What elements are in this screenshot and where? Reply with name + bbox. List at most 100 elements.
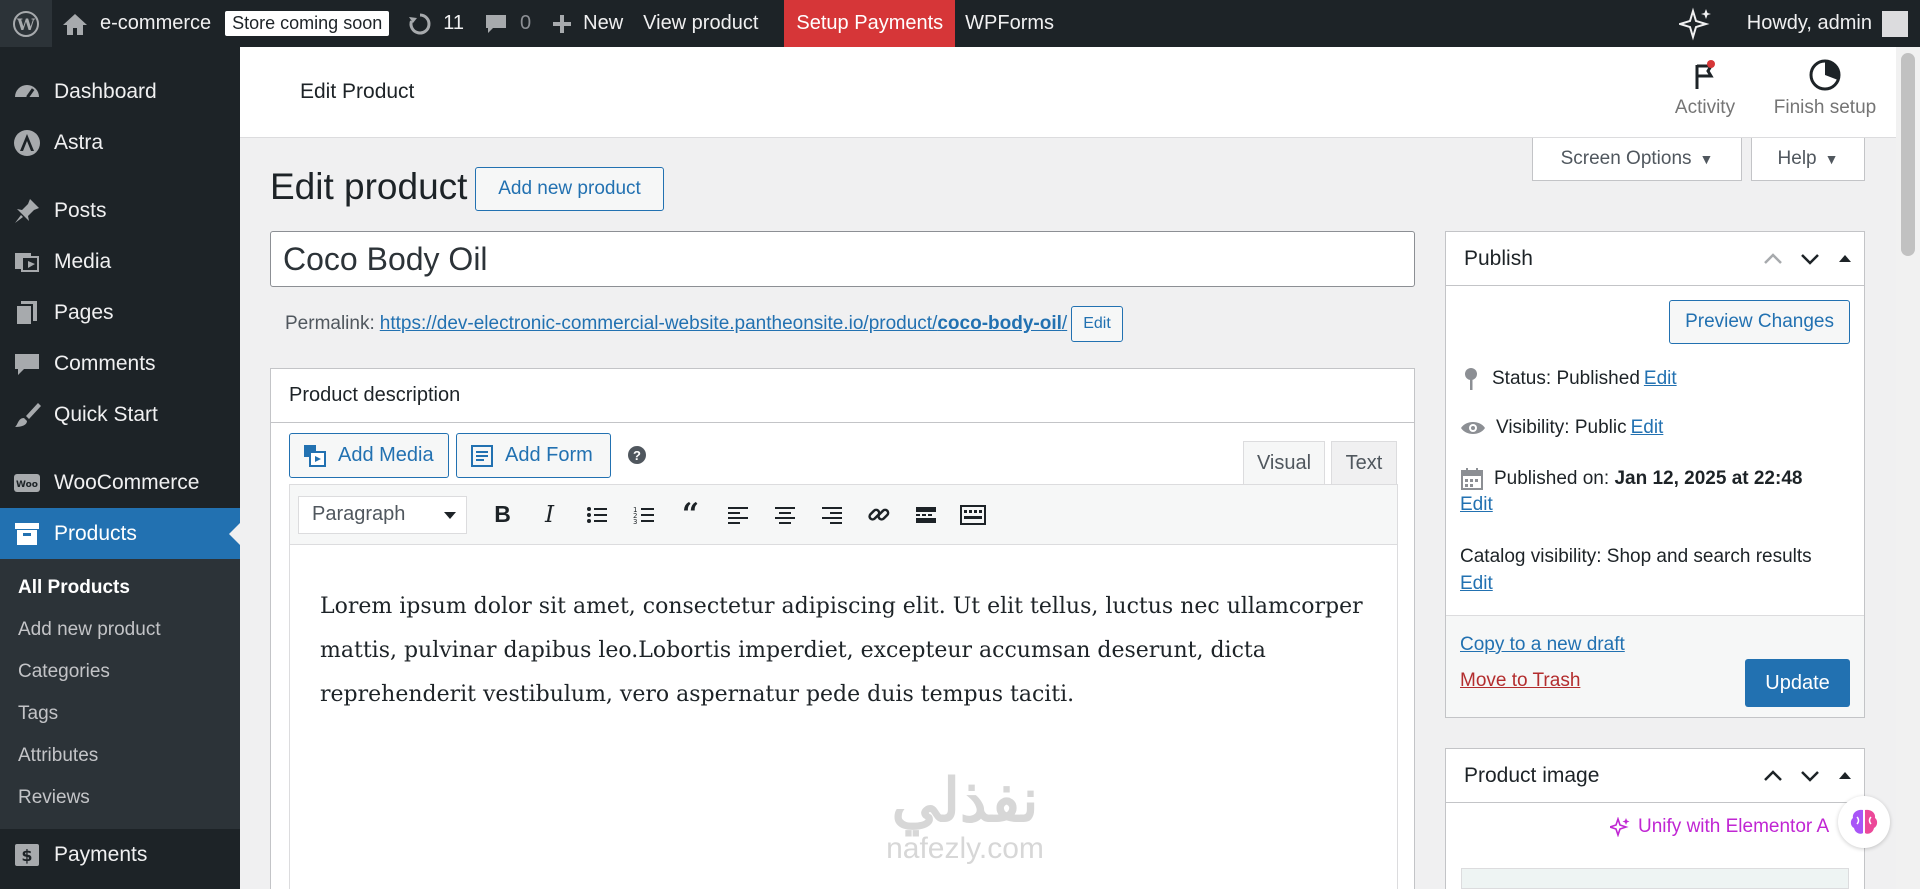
wpforms-link[interactable]: WPForms [955, 0, 1064, 47]
woocommerce-header: Edit Product Activity Finish setup [240, 47, 1896, 138]
update-button[interactable]: Update [1745, 659, 1850, 707]
bullet-list-icon[interactable] [573, 496, 620, 534]
wordpress-logo-icon[interactable]: W [0, 0, 52, 47]
chevron-up-icon[interactable] [1762, 249, 1784, 269]
chevron-down-icon[interactable] [1799, 249, 1821, 269]
italic-icon[interactable]: I [526, 496, 573, 534]
unify-elementor-link[interactable]: Unify with Elementor A [1610, 816, 1829, 838]
sidebar-item-label: Quick Start [54, 402, 158, 426]
collapse-triangle-icon[interactable] [1836, 249, 1854, 269]
sidebar-item-dashboard[interactable]: Dashboard [0, 66, 240, 117]
activity-label: Activity [1674, 97, 1736, 118]
admin-sidebar: Dashboard Astra Posts Media Pages Commen… [0, 47, 240, 889]
watermark: نفذلي nafezly.com [830, 770, 1100, 866]
status-edit-link[interactable]: Edit [1644, 368, 1677, 390]
help-label: Help [1777, 148, 1817, 169]
add-media-button[interactable]: Add Media [289, 433, 449, 478]
collapse-triangle-icon[interactable] [1836, 766, 1854, 786]
product-description-heading: Product description [271, 369, 1414, 423]
avatar [1882, 10, 1908, 37]
comments-link[interactable]: 0 [474, 0, 541, 47]
product-image-heading-label: Product image [1464, 763, 1600, 787]
submenu-item-tags[interactable]: Tags [0, 693, 240, 735]
bold-icon[interactable]: B [479, 496, 526, 534]
view-product-link[interactable]: View product [633, 0, 768, 47]
status-value: Published [1556, 368, 1640, 389]
svg-text:W: W [16, 15, 36, 34]
pin-icon [15, 198, 39, 223]
screen-options-label: Screen Options [1560, 148, 1692, 169]
product-title-input[interactable]: Coco Body Oil [270, 231, 1415, 287]
elementor-ai-button[interactable] [1838, 796, 1890, 848]
catalog-edit-link[interactable]: Edit [1460, 573, 1493, 595]
store-coming-soon-badge[interactable]: Store coming soon [225, 11, 390, 36]
tab-visual[interactable]: Visual [1243, 441, 1325, 485]
align-right-icon[interactable] [808, 496, 855, 534]
scrollbar-thumb[interactable] [1901, 53, 1915, 256]
publish-box: Publish Preview Changes Status: Publishe… [1445, 231, 1865, 718]
setup-payments-link[interactable]: Setup Payments [784, 0, 956, 47]
submenu-item-all-products[interactable]: All Products [0, 567, 240, 609]
copy-to-draft-link[interactable]: Copy to a new draft [1460, 634, 1625, 656]
product-image-placeholder[interactable] [1461, 868, 1849, 889]
align-left-icon[interactable] [714, 496, 761, 534]
site-name-link[interactable]: e-commerce [52, 0, 221, 47]
page-scrollbar[interactable] [1896, 47, 1920, 889]
permalink: Permalink: https://dev-electronic-commer… [285, 306, 1123, 342]
numbered-list-icon[interactable]: 123 [620, 496, 667, 534]
sidebar-item-comments[interactable]: Comments [0, 338, 240, 389]
chevron-up-icon[interactable] [1762, 766, 1784, 786]
preview-changes-button[interactable]: Preview Changes [1669, 300, 1850, 344]
permalink-edit-button[interactable]: Edit [1071, 306, 1123, 342]
sidebar-item-products[interactable]: Products [0, 508, 240, 559]
screen-options-button[interactable]: Screen Options ▼ [1532, 138, 1742, 181]
link-icon[interactable] [855, 496, 902, 534]
align-center-icon[interactable] [761, 496, 808, 534]
sparkle-icon[interactable] [1669, 0, 1723, 47]
help-icon[interactable]: ? [628, 446, 646, 464]
svg-text:Woo: Woo [16, 480, 38, 490]
sidebar-item-quick-start[interactable]: Quick Start [0, 389, 240, 440]
visibility-edit-link[interactable]: Edit [1631, 417, 1664, 439]
submenu-item-attributes[interactable]: Attributes [0, 735, 240, 777]
brush-icon [15, 402, 41, 427]
sidebar-item-astra[interactable]: Astra [0, 117, 240, 168]
help-button[interactable]: Help ▼ [1751, 138, 1865, 181]
published-edit-link[interactable]: Edit [1460, 494, 1493, 516]
flag-icon [1695, 60, 1715, 89]
header-title: Edit Product [300, 80, 415, 103]
publish-heading-label: Publish [1464, 246, 1533, 270]
permalink-url[interactable]: https://dev-electronic-commercial-websit… [380, 313, 1067, 335]
read-more-icon[interactable] [902, 496, 949, 534]
activity-button[interactable]: Activity [1665, 57, 1745, 119]
sidebar-item-label: Astra [54, 130, 104, 154]
editor-content[interactable]: Lorem ipsum dolor sit amet, consectetur … [290, 545, 1397, 757]
sidebar-item-label: Dashboard [54, 79, 157, 103]
sidebar-item-posts[interactable]: Posts [0, 185, 240, 236]
visibility-row: Visibility: Public Edit [1460, 417, 1663, 439]
chevron-down-icon[interactable] [1799, 766, 1821, 786]
submenu-item-add-new-product[interactable]: Add new product [0, 609, 240, 651]
visibility-value: Public [1574, 417, 1627, 438]
sidebar-item-woocommerce[interactable]: Woo WooCommerce [0, 457, 240, 508]
permalink-slug: coco-body-oil [937, 313, 1062, 334]
tab-text[interactable]: Text [1331, 441, 1397, 485]
submenu-item-reviews[interactable]: Reviews [0, 777, 240, 819]
sidebar-item-media[interactable]: Media [0, 236, 240, 287]
add-form-button[interactable]: Add Form [456, 433, 611, 478]
add-new-product-button[interactable]: Add new product [475, 167, 664, 211]
unify-elementor-label: Unify with Elementor A [1638, 816, 1830, 837]
new-content-link[interactable]: New [541, 0, 633, 47]
sidebar-item-payments[interactable]: $ Payments [0, 829, 240, 880]
submenu-item-categories[interactable]: Categories [0, 651, 240, 693]
blockquote-icon[interactable]: “ [667, 496, 714, 534]
move-to-trash-link[interactable]: Move to Trash [1460, 670, 1580, 692]
comment-icon [15, 353, 39, 375]
account-menu[interactable]: Howdy, admin [1737, 0, 1920, 47]
updates-link[interactable]: 11 [397, 0, 474, 47]
sidebar-item-pages[interactable]: Pages [0, 287, 240, 338]
product-image-heading: Product image [1446, 749, 1864, 803]
finish-setup-button[interactable]: Finish setup [1767, 57, 1883, 119]
format-select[interactable]: Paragraph [298, 495, 467, 534]
toolbar-toggle-icon[interactable] [949, 496, 996, 534]
